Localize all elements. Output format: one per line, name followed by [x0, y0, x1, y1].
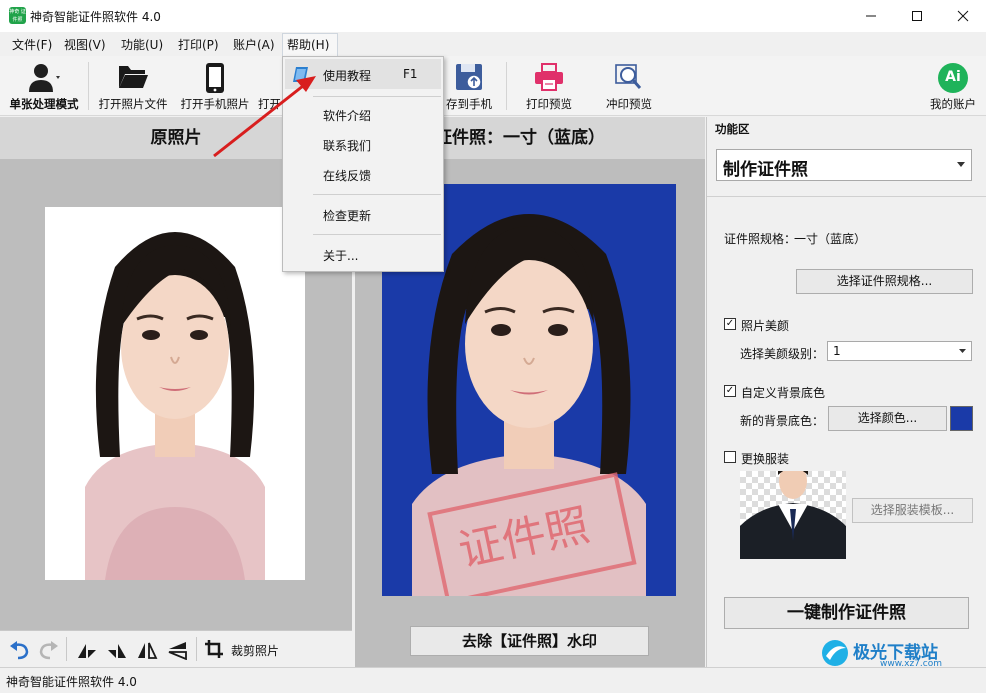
menu-print[interactable]: 打印(P): [174, 35, 223, 55]
open-file-button[interactable]: 打开照片文件: [94, 56, 172, 114]
custom-bg-label: 自定义背景底色: [741, 386, 826, 400]
minimize-button[interactable]: [848, 0, 894, 32]
annotation-arrow: [213, 76, 316, 158]
custom-bg-checkbox[interactable]: ✓: [724, 385, 736, 397]
window-title: 神奇智能证件照软件 4.0: [30, 10, 161, 24]
function-panel: 功能区 制作证件照 证件照规格： 一寸（蓝底） 选择证件照规格... ✓ 照片美…: [706, 117, 986, 667]
beauty-checkbox[interactable]: ✓: [724, 318, 736, 330]
user-icon: [29, 64, 60, 92]
flip-horizontal-icon[interactable]: [136, 640, 158, 660]
menu-item-contact[interactable]: 联系我们: [323, 137, 371, 154]
save-phone-button[interactable]: 存到手机: [440, 56, 498, 114]
site-logo-icon: [822, 640, 848, 666]
mode-select[interactable]: 制作证件照: [716, 149, 972, 181]
status-text: 神奇智能证件照软件 4.0: [6, 675, 137, 689]
make-id-photo-button[interactable]: 一键制作证件照: [724, 597, 969, 629]
portrait-image: [45, 207, 305, 580]
spec-value: 一寸（蓝底）: [794, 232, 867, 246]
choose-spec-button[interactable]: 选择证件照规格...: [796, 269, 973, 294]
menu-item-about[interactable]: 关于...: [323, 247, 358, 264]
site-watermark: 极光下载站 www.xz7.com: [820, 636, 986, 672]
crop-icon: [205, 640, 223, 658]
maximize-icon: [912, 11, 922, 21]
function-panel-title: 功能区: [715, 122, 750, 136]
rotate-right-icon[interactable]: [106, 640, 128, 660]
change-clothes-checkbox[interactable]: [724, 451, 736, 463]
title-bar: 神奇 证件照 神奇智能证件照软件 4.0: [0, 0, 986, 32]
beauty-level-select[interactable]: 1: [827, 341, 972, 361]
new-bg-label: 新的背景底色：: [740, 414, 825, 428]
my-account-button[interactable]: Ai 我的账户: [924, 56, 982, 114]
print-preview-button[interactable]: 打印预览: [516, 56, 582, 114]
beauty-level-label: 选择美颜级别：: [740, 347, 825, 361]
choose-color-button[interactable]: 选择颜色...: [828, 406, 947, 431]
close-button[interactable]: [940, 0, 986, 32]
beauty-label: 照片美颜: [741, 319, 790, 333]
toolbar: 单张处理模式 打开照片文件 打开手机照片 打开 存到手机 打印预览 冲印预览 A…: [0, 56, 986, 116]
menu-item-tutorial[interactable]: 使用教程: [323, 67, 371, 84]
tutorial-shortcut: F1: [403, 67, 418, 81]
flip-vertical-icon[interactable]: [166, 640, 188, 660]
minimize-icon: [866, 15, 876, 17]
menu-file[interactable]: 文件(F): [8, 35, 56, 55]
redo-icon[interactable]: [38, 640, 60, 660]
chevron-down-icon: [959, 349, 966, 353]
printer-icon: [535, 63, 563, 91]
save-icon: [456, 64, 482, 90]
menu-view[interactable]: 视图(V): [60, 35, 110, 55]
chevron-down-icon: [957, 162, 965, 167]
rotate-left-icon[interactable]: [76, 640, 98, 660]
menu-item-update[interactable]: 检查更新: [323, 207, 371, 224]
suit-image: [740, 471, 846, 559]
photo-print-preview-button[interactable]: 冲印预览: [596, 56, 662, 114]
menu-help[interactable]: 帮助(H): [282, 33, 338, 57]
clothes-preview: [740, 471, 846, 559]
edit-toolbar: 裁剪照片: [0, 630, 352, 667]
folder-icon: [119, 66, 148, 88]
crop-button[interactable]: 裁剪照片: [204, 639, 279, 661]
magnifier-icon: [615, 64, 642, 89]
change-clothes-label: 更换服装: [741, 452, 790, 466]
site-watermark-url: www.xz7.com: [880, 659, 942, 669]
remove-watermark-button[interactable]: 去除【证件照】水印: [410, 626, 649, 656]
menu-function[interactable]: 功能(U): [117, 35, 167, 55]
menu-account[interactable]: 账户(A): [229, 35, 279, 55]
spec-label: 证件照规格：: [724, 232, 797, 246]
menu-item-feedback[interactable]: 在线反馈: [323, 167, 371, 184]
single-mode-button[interactable]: 单张处理模式: [4, 56, 84, 114]
app-icon: 神奇 证件照: [9, 7, 26, 24]
maximize-button[interactable]: [894, 0, 940, 32]
original-photo: [45, 207, 305, 580]
bg-color-swatch[interactable]: [950, 406, 973, 431]
menu-bar: 文件(F) 视图(V) 功能(U) 打印(P) 账户(A) 帮助(H): [0, 32, 986, 57]
choose-clothes-button[interactable]: 选择服装模板...: [852, 498, 973, 523]
close-icon: [957, 10, 969, 22]
undo-icon[interactable]: [8, 640, 30, 660]
menu-item-intro[interactable]: 软件介绍: [323, 107, 371, 124]
